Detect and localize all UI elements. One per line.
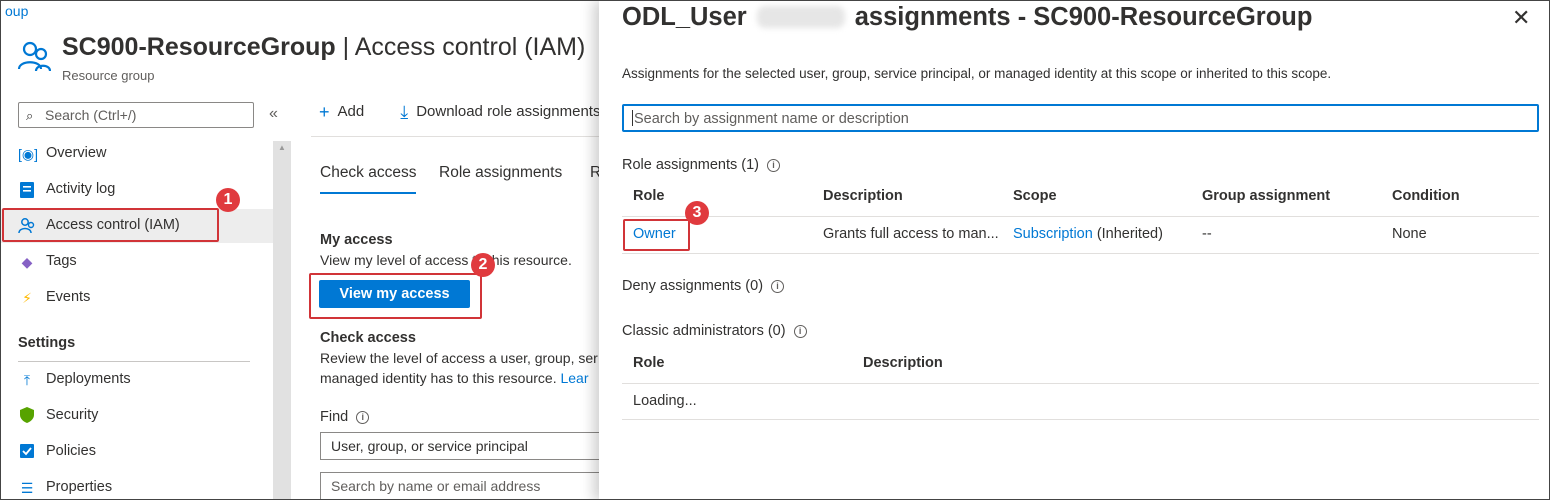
- step-marker-3: 3: [685, 201, 709, 225]
- column-header-condition: Condition: [1392, 188, 1460, 204]
- table-divider: [622, 216, 1539, 217]
- group-assignment-cell: --: [1202, 226, 1212, 242]
- settings-section-label: Settings: [18, 335, 76, 351]
- my-access-description: View my level of access to this resource…: [320, 252, 572, 268]
- scope-cell: Subscription (Inherited): [1013, 226, 1163, 242]
- condition-cell: None: [1392, 226, 1427, 242]
- sidebar-item-policies[interactable]: Policies: [1, 435, 273, 469]
- overview-icon: [◉]: [18, 146, 38, 162]
- subscription-link[interactable]: Subscription: [1013, 226, 1093, 242]
- add-button[interactable]: + Add: [319, 102, 382, 123]
- text-caret: [632, 110, 633, 126]
- role-assignments-section-title: Role assignments (1) i: [622, 157, 780, 173]
- check-access-line2: managed identity has to this resource. L…: [320, 370, 589, 386]
- section-divider: [18, 361, 250, 362]
- column-header-scope: Scope: [1013, 188, 1057, 204]
- info-icon[interactable]: i: [771, 280, 785, 293]
- sidebar-item-properties[interactable]: ☰ Properties: [1, 471, 273, 499]
- sidebar-item-tags[interactable]: ◆ Tags: [1, 245, 273, 279]
- table-divider: [622, 383, 1539, 384]
- assignments-panel: ODL_User assignments - SC900-ResourceGrou…: [599, 1, 1549, 499]
- learn-more-link[interactable]: Lear: [560, 370, 588, 386]
- page-title: SC900-ResourceGroup | Access control (IA…: [62, 33, 586, 61]
- sidebar-item-overview[interactable]: [◉] Overview: [1, 137, 273, 171]
- command-toolbar: + Add ⤓ Download role assignments: [319, 102, 636, 123]
- check-access-line1: Review the level of access a user, group…: [320, 350, 598, 366]
- sidebar-item-deployments[interactable]: ⤒ Deployments: [1, 363, 273, 397]
- column-header-description: Description: [823, 188, 903, 204]
- column-header-role: Role: [633, 355, 665, 371]
- info-icon[interactable]: i: [356, 411, 370, 424]
- page-subtitle: Resource group: [62, 68, 155, 83]
- principal-type-dropdown[interactable]: User, group, or service principal: [320, 432, 610, 460]
- upload-icon: ⤒: [23, 372, 31, 388]
- column-header-description: Description: [863, 355, 943, 371]
- my-access-heading: My access: [320, 232, 393, 248]
- assignment-search-input[interactable]: Search by assignment name or description: [622, 104, 1539, 132]
- classic-admins-section-title: Classic administrators (0) i: [622, 323, 807, 339]
- plus-icon: +: [319, 102, 330, 122]
- activity-log-icon: [18, 181, 36, 199]
- check-access-heading: Check access: [320, 330, 416, 346]
- screenshot-frame: oup SC900-ResourceGroup | Access control…: [0, 0, 1550, 500]
- info-icon[interactable]: i: [793, 325, 807, 338]
- lightning-icon: ⚡: [22, 290, 32, 306]
- redacted-username: [756, 6, 845, 28]
- toolbar-divider: [311, 136, 601, 137]
- panel-description: Assignments for the selected user, group…: [622, 66, 1332, 81]
- description-cell: Grants full access to man...: [823, 226, 999, 242]
- tag-icon: ◆: [21, 254, 33, 270]
- shield-icon: [18, 407, 36, 425]
- find-label: Find i: [320, 409, 370, 425]
- tab-role-assignments[interactable]: Role assignments: [439, 164, 562, 182]
- sidebar-scrollbar[interactable]: ▲: [273, 141, 291, 499]
- step-marker-1: 1: [216, 188, 240, 212]
- sidebar-item-security[interactable]: Security: [1, 399, 273, 433]
- properties-icon: ☰: [20, 480, 34, 496]
- tab-check-access[interactable]: Check access: [320, 164, 417, 194]
- highlight-view-my-access: [309, 273, 482, 319]
- close-icon[interactable]: ✕: [1512, 5, 1530, 31]
- deny-assignments-section-title: Deny assignments (0) i: [622, 278, 785, 294]
- highlight-owner-role: [623, 219, 690, 251]
- resource-group-people-icon: [17, 41, 51, 72]
- download-icon: ⤓: [400, 102, 409, 122]
- search-icon: ⌕: [26, 108, 34, 123]
- panel-title: ODL_User assignments - SC900-ResourceGrou…: [622, 3, 1313, 31]
- table-divider: [622, 419, 1539, 420]
- sidebar-item-events[interactable]: ⚡ Events: [1, 281, 273, 315]
- column-header-role: Role: [633, 188, 665, 204]
- highlight-access-control: [2, 208, 219, 242]
- principal-search-input[interactable]: Search by name or email address: [320, 472, 610, 499]
- sidebar-search-input[interactable]: ⌕ Search (Ctrl+/): [18, 102, 254, 128]
- table-divider: [622, 253, 1539, 254]
- download-role-assignments-button[interactable]: ⤓ Download role assignments: [400, 102, 618, 123]
- policy-icon: [18, 443, 36, 461]
- collapse-sidebar-button[interactable]: «: [269, 105, 278, 123]
- column-header-group-assignment: Group assignment: [1202, 188, 1331, 204]
- step-marker-2: 2: [471, 253, 495, 277]
- loading-text: Loading...: [633, 393, 697, 409]
- info-icon[interactable]: i: [767, 159, 780, 172]
- breadcrumb[interactable]: oup: [5, 3, 28, 19]
